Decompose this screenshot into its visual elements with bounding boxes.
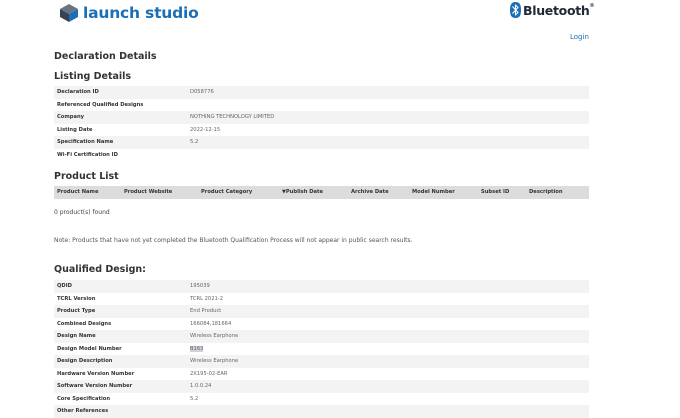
row-value: NOTHING TECHNOLOGY LIMITED [190, 114, 275, 121]
qualification-note: Note: Products that have not yet complet… [54, 237, 413, 244]
page-title: Declaration Details [54, 51, 157, 62]
row-label: Design Model Number [57, 345, 122, 352]
col-archive-date[interactable]: Archive Date [351, 186, 389, 199]
qualified-row: Product Type End Product [54, 305, 589, 318]
qualified-row: Design Description Wireless Earphone [54, 355, 589, 368]
products-found-count: 0 product(s) found [54, 209, 110, 216]
row-value: Wireless Earphone [190, 333, 239, 340]
bluetooth-wordmark: Bluetooth® [523, 2, 595, 18]
qualified-row: Design Name Wireless Earphone [54, 330, 589, 343]
listing-details-table: Declaration ID D058776 Referenced Qualifi… [54, 86, 589, 161]
row-label: Product Type [57, 308, 96, 315]
bluetooth-logo: Bluetooth® [510, 2, 595, 18]
product-table-header: Product Name Product Website Product Cat… [54, 186, 589, 199]
row-label: Hardware Version Number [57, 370, 135, 377]
row-value: 5.2 [190, 139, 199, 146]
row-value: D058776 [190, 89, 214, 96]
qualified-row: Hardware Version Number 2X195-02-EAR [54, 368, 589, 381]
launch-studio-logo[interactable]: launch studio [59, 3, 199, 23]
row-label: QDID [57, 283, 72, 290]
col-description[interactable]: Description [529, 186, 563, 199]
col-publish-date[interactable]: ▼Publish Date [282, 186, 323, 199]
row-label: Core Specification [57, 395, 111, 402]
row-label: Design Description [57, 358, 113, 365]
col-subset-id[interactable]: Subset ID [481, 186, 509, 199]
qualified-row: TCRL Version TCRL 2021-2 [54, 293, 589, 306]
col-product-category[interactable]: Product Category [201, 186, 252, 199]
row-value: TCRL 2021-2 [190, 295, 224, 302]
listing-row: Declaration ID D058776 [54, 86, 589, 99]
listing-row: Listing Date 2022-12-15 [54, 124, 589, 137]
row-label: Referenced Qualified Designs [57, 101, 144, 108]
row-value: 166084,181664 [190, 320, 232, 327]
login-link[interactable]: Login [570, 33, 589, 41]
row-label: Declaration ID [57, 89, 99, 96]
listing-row: Referenced Qualified Designs [54, 99, 589, 112]
row-value: 1.0.0.24 [190, 383, 212, 390]
row-value: 2X195-02-EAR [190, 370, 228, 377]
qualified-row: Combined Designs 166084,181664 [54, 318, 589, 331]
logo-text: launch studio [83, 4, 199, 22]
row-value: End Product [190, 308, 222, 315]
listing-details-heading: Listing Details [54, 71, 132, 82]
bluetooth-rune-icon [510, 2, 521, 18]
product-list-heading: Product List [54, 171, 119, 182]
row-label: Software Version Number [57, 383, 133, 390]
col-product-name[interactable]: Product Name [57, 186, 98, 199]
row-label: Wi-Fi Certification ID [57, 151, 118, 158]
row-label: Specification Name [57, 139, 114, 146]
row-label: Company [57, 114, 85, 121]
listing-row: Specification Name 5.2 [54, 136, 589, 149]
listing-row: Company NOTHING TECHNOLOGY LIMITED [54, 111, 589, 124]
row-value: 2022-12-15 [190, 126, 221, 133]
qualified-row: Core Specification 5.2 [54, 393, 589, 406]
qualified-design-table: QDID 195039 TCRL Version TCRL 2021-2 Produ… [54, 280, 589, 418]
row-value: 195039 [190, 283, 210, 290]
listing-row: Wi-Fi Certification ID [54, 149, 589, 162]
qualified-row: QDID 195039 [54, 280, 589, 293]
launch-studio-cube-icon [60, 4, 78, 22]
row-value: Wireless Earphone [190, 358, 239, 365]
row-label: Combined Designs [57, 320, 112, 327]
row-label: Other References [57, 408, 109, 415]
qualified-row: Design Model Number B163 [54, 343, 589, 356]
qualified-row: Software Version Number 1.0.0.24 [54, 380, 589, 393]
row-label: Listing Date [57, 126, 93, 133]
row-value: B163 [190, 345, 204, 352]
row-value: 5.2 [190, 395, 199, 402]
row-label: TCRL Version [57, 295, 96, 302]
col-product-website[interactable]: Product Website [124, 186, 172, 199]
row-label: Design Name [57, 333, 96, 340]
qualified-design-heading: Qualified Design: [54, 264, 146, 275]
col-model-number[interactable]: Model Number [412, 186, 455, 199]
